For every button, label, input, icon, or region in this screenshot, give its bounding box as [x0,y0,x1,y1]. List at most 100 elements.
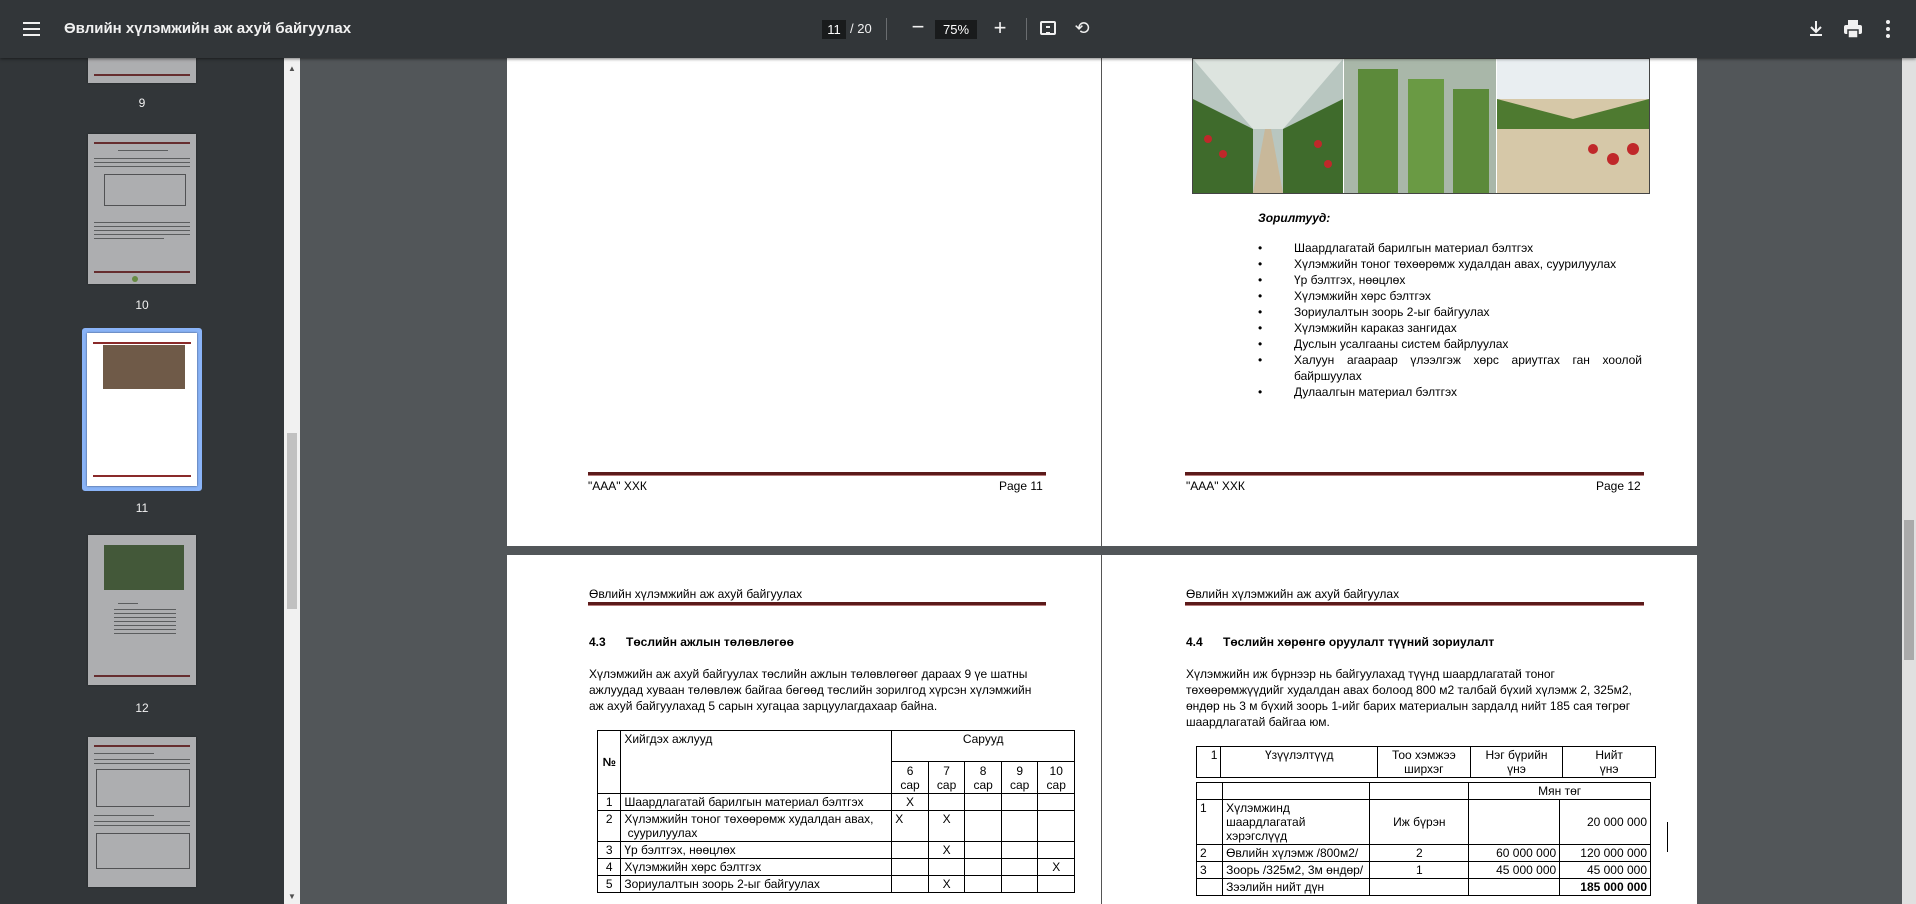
row-mark [891,875,929,893]
month-header: 10 сар [1037,761,1075,794]
table-row: Зээлийн нийт дүн 185 000 000 [1195,878,1651,896]
toolbar-divider [886,18,887,40]
strawberry-greenhouse-photo [1192,58,1650,194]
table-header: Нийт үнэ [1562,746,1656,778]
objectives-heading: Зорилтууд: [1258,211,1331,225]
page-thumbnail-number: 12 [135,701,149,715]
viewer-scroll-thumb[interactable] [1904,520,1914,660]
scroll-down-icon[interactable]: ▼ [288,892,296,901]
more-options-icon[interactable] [1886,18,1892,40]
paragraph-line: өндөр нь 3 м бүхий зоорь 1-ийг барих мат… [1186,699,1631,713]
row-mark [1000,793,1039,811]
footer-rule [1185,472,1644,476]
table-row: 1 Хүлэмжинд шаардлагатай хэрэгслүүд Иж бүр… [1195,799,1651,845]
row-mark [964,875,1002,893]
table-header: Хийгдэх ажлууд [620,730,893,794]
toolbar-divider [1026,18,1027,40]
work-plan-table: № Хийгдэх ажлууд Сарууд 6 сар 7 сар 8 сар 9… [596,730,1075,893]
row-mark [964,793,1002,811]
investment-table: Мян төг 1 Хүлэмжинд шаардлагатай хэрэгслүү… [1195,782,1651,896]
page-thumbnail-current[interactable] [87,333,197,486]
row-mark [1000,858,1039,876]
viewer-scrollbar[interactable] [1902,58,1916,904]
row-task: Хүлэмжийн тоног төхөөрөмж худалдан авах,… [620,810,893,842]
objectives-list: Шаардлагатай барилгын материал бэлтгэх Х… [1258,240,1642,400]
page-footer-right: Page 12 [1596,479,1641,493]
table-row: 2 Өвлийн хүлэмж /800м2/ 2 60 000 000 120… [1195,844,1651,862]
page-footer-left: "ААА" ХХК [588,479,647,493]
fit-page-icon[interactable] [1040,21,1056,35]
page-thumbnail[interactable] [88,535,196,685]
row-task: Зориулалтын зоорь 2-ыг байгуулах [620,875,893,893]
month-header: 8 сар [964,761,1002,794]
zoom-in-button[interactable]: + [989,17,1011,39]
paragraph-line: Хүлэмжийн аж ахуй байгуулах төслийн ажлы… [589,667,1028,681]
section-number: 4.4 [1186,635,1203,649]
row-mark [1000,875,1039,893]
currency-label: Мян төг [1468,782,1651,800]
scroll-up-icon[interactable]: ▲ [288,64,296,73]
row-number: 1 [596,793,622,811]
row-task: Хүлэмжийн хөрс бэлтгэх [620,858,893,876]
text-cursor [1667,822,1668,852]
table-header: Нэг бүрийн үнэ [1469,746,1564,778]
page-thumbnail[interactable] [88,737,196,887]
row-mark: X [1037,858,1075,876]
row-mark: X [891,793,929,811]
page-number-input[interactable]: 11 [822,20,846,39]
page-14: Өвлийн хүлэмжийн аж ахуй байгуулах 4.4 Т… [1102,555,1697,904]
row-mark [964,858,1002,876]
menu-icon[interactable] [20,17,44,41]
sidebar-scroll-thumb[interactable] [287,433,297,609]
page-thumbnail[interactable] [88,58,196,83]
page-thumbnail[interactable] [88,134,196,284]
sidebar-scrollbar[interactable]: ▲ ▼ [284,58,300,904]
rotate-icon[interactable]: ⟲ [1073,19,1091,37]
paragraph-line: ажлуудад хуваан төлөвлөж байгаа бөгөөд т… [589,683,1032,697]
row-number: 2 [1195,844,1224,862]
row-mark [1000,810,1039,842]
list-item: Үр бэлтгэх, нөөцлөх [1258,272,1642,288]
list-item: Дуслын усалгааны систем байрлуулах [1258,336,1642,352]
zoom-out-button[interactable]: − [908,16,928,38]
paragraph-line: төхөөрөмжүүдийг худалдан авах болоод 800… [1186,683,1632,697]
footer-rule [588,472,1046,476]
page-total-label: / 20 [850,21,872,36]
list-item: Зориулалтын зоорь 2-ыг байгуулах [1258,304,1642,320]
page-spread-divider [1101,555,1102,904]
row-unit-price: 45 000 000 [1468,861,1561,879]
page-footer-right: Page 11 [999,479,1043,493]
zoom-level-input[interactable]: 75% [935,20,977,39]
paragraph-line: аж ахуй байгуулахад 5 сарын хугацаа зарц… [589,699,938,713]
row-item: Зээлийн нийт дүн [1222,878,1371,896]
table-header: Үзүүлэлтүүд [1220,746,1379,778]
row-number: 5 [596,875,622,893]
print-icon[interactable] [1842,19,1864,39]
pdf-toolbar: Өвлийн хүлэмжийн аж ахуй байгуулах 11 / … [0,0,1916,58]
list-item: Хүлэмжийн тоног төхөөрөмж худалдан авах,… [1258,256,1642,272]
row-mark [964,841,1002,859]
row-mark [1037,875,1075,893]
row-mark [964,810,1002,842]
row-number: 3 [596,841,622,859]
section-title: Төслийн хөрөнгө оруулалт түүний зориулал… [1223,635,1495,649]
row-task: Шаардлагатай барилгын материал бэлтгэх [620,793,893,811]
document-title: Өвлийн хүлэмжийн аж ахуй байгуулах [64,20,352,37]
row-unit-price: 60 000 000 [1468,844,1561,862]
row-mark: X [891,810,929,842]
table-row: 3 Зоорь /325м2, 3м өндөр/ 1 45 000 000 4… [1195,861,1651,879]
page-12: Зорилтууд: Шаардлагатай барилгын материа… [1102,58,1697,546]
row-mark [1037,793,1075,811]
table-header: № [596,730,622,794]
row-mark [1037,841,1075,859]
row-mark: X [927,810,966,842]
thumbnail-sidebar: 9 10 11 12 [0,58,284,904]
table-header: Тоо хэмжээ ширхэг [1377,746,1471,778]
row-mark: X [927,841,966,859]
download-icon[interactable] [1805,18,1827,40]
row-number: 1 [1195,799,1224,845]
row-item: Зоорь /325м2, 3м өндөр/ [1222,861,1371,879]
page-header: Өвлийн хүлэмжийн аж ахуй байгуулах [589,587,803,601]
header-rule [588,602,1046,606]
table-row: 4 Хүлэмжийн хөрс бэлтгэх X [596,858,1075,876]
